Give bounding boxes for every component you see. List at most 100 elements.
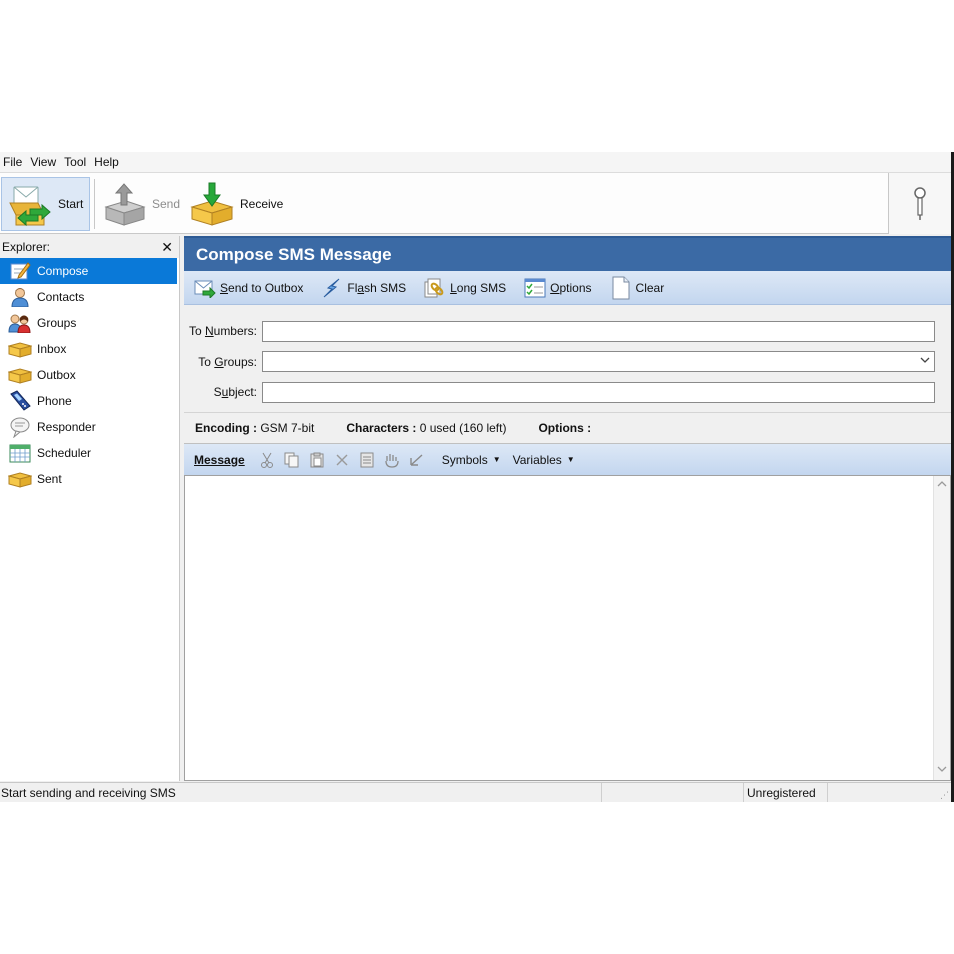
sidebar-item-responder[interactable]: Responder bbox=[0, 414, 179, 440]
symbols-label: Symbols bbox=[441, 452, 488, 467]
options-info: Options : bbox=[538, 421, 591, 435]
delete-icon[interactable] bbox=[330, 450, 355, 470]
options-info-label: Options : bbox=[538, 421, 592, 435]
lightning-icon bbox=[321, 277, 343, 299]
sidebar-item-compose[interactable]: Compose bbox=[0, 258, 177, 284]
long-sms-label: Long SMS bbox=[450, 280, 507, 295]
sidebar-item-outbox[interactable]: Outbox bbox=[0, 362, 179, 388]
scheduler-icon bbox=[8, 442, 32, 464]
dropdown-arrow-icon: ▼ bbox=[566, 455, 575, 464]
hand-icon[interactable] bbox=[380, 450, 405, 470]
checklist-icon bbox=[524, 277, 546, 299]
groups-icon bbox=[8, 312, 32, 334]
resize-grip[interactable]: ⋰ bbox=[828, 783, 951, 802]
message-textarea[interactable] bbox=[185, 476, 933, 780]
send-button[interactable]: Send bbox=[102, 177, 182, 231]
encoding-value: GSM 7-bit bbox=[260, 421, 315, 435]
status-panel-empty bbox=[602, 783, 744, 802]
to-groups-select[interactable] bbox=[262, 351, 935, 373]
to-groups-row: To Groups: bbox=[184, 347, 951, 378]
sidebar-item-phone[interactable]: Phone bbox=[0, 388, 179, 414]
subject-input[interactable] bbox=[262, 381, 935, 403]
send-to-outbox-label: Send to Outbox bbox=[220, 280, 304, 295]
send-label: Send bbox=[152, 197, 181, 211]
pin-button[interactable] bbox=[888, 173, 951, 234]
menu-help[interactable]: Help bbox=[94, 155, 119, 169]
dropdown-arrow-icon: ▼ bbox=[492, 455, 501, 464]
close-icon[interactable]: ✕ bbox=[161, 239, 173, 256]
phone-icon bbox=[8, 390, 32, 412]
encoding-info: Encoding : GSM 7-bit bbox=[195, 421, 314, 435]
compose-action-bar: Send to Outbox Flash SMS Long SMS Option… bbox=[184, 271, 951, 305]
clear-label: Clear bbox=[635, 280, 665, 295]
receive-button[interactable]: Receive bbox=[190, 177, 285, 231]
inbox-icon bbox=[8, 338, 32, 360]
variables-label: Variables bbox=[512, 452, 562, 467]
clear-button[interactable]: Clear bbox=[610, 276, 665, 299]
chevron-down-icon[interactable] bbox=[920, 355, 930, 368]
subject-label: Subject: bbox=[213, 385, 257, 400]
sidebar-item-label: Contacts bbox=[37, 290, 85, 304]
sidebar-item-sent[interactable]: Sent bbox=[0, 466, 179, 492]
sidebar-item-inbox[interactable]: Inbox bbox=[0, 336, 179, 362]
sidebar-item-label: Outbox bbox=[37, 368, 76, 382]
characters-info: Characters : 0 used (160 left) bbox=[346, 421, 506, 435]
sidebar-item-label: Scheduler bbox=[37, 446, 92, 460]
to-numbers-label: To Numbers: bbox=[188, 324, 257, 339]
menu-file[interactable]: File bbox=[3, 155, 22, 169]
contact-icon bbox=[8, 286, 32, 308]
message-label: Message bbox=[194, 452, 245, 467]
pin-icon bbox=[913, 186, 927, 221]
variables-dropdown[interactable]: Variables ▼ bbox=[513, 453, 575, 467]
outbox-icon bbox=[8, 364, 32, 386]
symbols-dropdown[interactable]: Symbols ▼ bbox=[442, 453, 501, 467]
copy-icon[interactable] bbox=[280, 450, 305, 470]
send-to-outbox-button[interactable]: Send to Outbox bbox=[194, 277, 303, 299]
flash-sms-label: Flash SMS bbox=[347, 280, 407, 295]
receive-label: Receive bbox=[240, 197, 284, 211]
insert-arrow-icon[interactable] bbox=[405, 450, 430, 470]
receive-icon bbox=[190, 181, 236, 227]
explorer-panel: Explorer: ✕ Compose Contacts Groups Inbo… bbox=[0, 236, 180, 781]
long-sms-button[interactable]: Long SMS bbox=[424, 277, 506, 299]
sidebar-item-label: Responder bbox=[37, 420, 96, 434]
flash-sms-button[interactable]: Flash SMS bbox=[321, 277, 406, 299]
sidebar-item-groups[interactable]: Groups bbox=[0, 310, 179, 336]
vertical-scrollbar[interactable] bbox=[933, 476, 950, 780]
main-toolbar: Start Send Receive bbox=[0, 172, 951, 234]
start-icon bbox=[8, 181, 54, 227]
paste-icon[interactable] bbox=[305, 450, 330, 470]
responder-icon bbox=[8, 416, 32, 438]
page-title: Compose SMS Message bbox=[184, 236, 951, 271]
registration-status: Unregistered bbox=[744, 783, 828, 802]
characters-label: Characters : bbox=[346, 421, 417, 435]
sidebar-item-scheduler[interactable]: Scheduler bbox=[0, 440, 179, 466]
chain-link-icon bbox=[424, 277, 446, 299]
select-all-icon[interactable] bbox=[355, 450, 380, 470]
cut-icon[interactable] bbox=[255, 450, 280, 470]
options-button[interactable]: Options bbox=[524, 277, 592, 299]
compose-panel: Compose SMS Message Send to Outbox Flash… bbox=[184, 236, 951, 781]
message-editor bbox=[184, 475, 951, 781]
compose-form: To Numbers: To Groups: Subject: bbox=[184, 305, 951, 412]
menu-tool[interactable]: Tool bbox=[64, 155, 86, 169]
explorer-title: Explorer: bbox=[2, 240, 51, 254]
status-bar: Start sending and receiving SMS Unregist… bbox=[0, 782, 951, 802]
explorer-header: Explorer: ✕ bbox=[0, 236, 179, 258]
menu-view[interactable]: View bbox=[30, 155, 56, 169]
sidebar-item-label: Phone bbox=[37, 394, 72, 408]
characters-value: 0 used (160 left) bbox=[419, 421, 507, 435]
to-numbers-input[interactable] bbox=[262, 320, 935, 342]
status-text: Start sending and receiving SMS bbox=[0, 783, 602, 802]
sidebar-item-label: Inbox bbox=[37, 342, 67, 356]
to-groups-label: To Groups: bbox=[198, 354, 257, 369]
encoding-label: Encoding : bbox=[195, 421, 257, 435]
sidebar-item-contacts[interactable]: Contacts bbox=[0, 284, 179, 310]
toolbar-divider bbox=[94, 179, 95, 229]
scroll-down-icon[interactable] bbox=[937, 765, 947, 776]
scroll-up-icon[interactable] bbox=[937, 480, 947, 491]
resize-grip-icon: ⋰ bbox=[940, 790, 949, 800]
message-toolbar: Message Symbols ▼ Variables ▼ bbox=[184, 444, 951, 476]
start-button[interactable]: Start bbox=[1, 177, 90, 231]
send-icon bbox=[102, 181, 148, 227]
